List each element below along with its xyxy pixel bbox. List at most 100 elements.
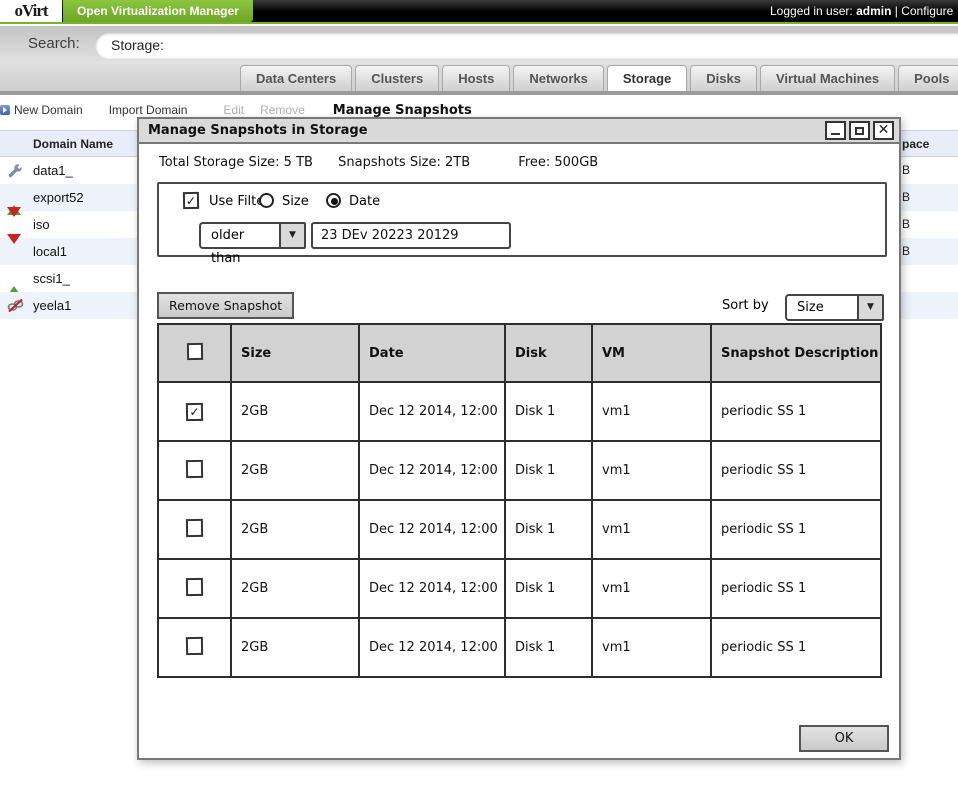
- filter-date-label: Date: [349, 194, 380, 209]
- snapshot-disk: Disk 1: [505, 382, 592, 441]
- tab-storage[interactable]: Storage: [607, 65, 687, 91]
- tab-pools[interactable]: Pools: [898, 65, 958, 91]
- row-checkbox[interactable]: ✓: [186, 402, 203, 420]
- domain-name-column-header[interactable]: Domain Name: [33, 137, 113, 151]
- domain-name: local1: [33, 244, 67, 259]
- snapshot-date: Dec 12 2014, 12:00: [359, 618, 505, 677]
- free-size: Free: 500GB: [518, 155, 598, 170]
- snapshots-table: Size Date Disk VM Snapshot Description ✓…: [157, 323, 882, 678]
- ovirt-logo: oVirt: [0, 0, 62, 22]
- select-all-checkbox[interactable]: [186, 342, 202, 359]
- search-input[interactable]: [111, 34, 931, 56]
- snapshot-vm: vm1: [592, 441, 711, 500]
- row-checkbox[interactable]: [186, 518, 203, 536]
- domain-name: export52: [33, 190, 84, 205]
- row-checkbox[interactable]: [186, 577, 203, 595]
- expand-arrow-icon[interactable]: [0, 105, 10, 115]
- down-triangle-icon: [7, 217, 23, 232]
- snapshot-disk: Disk 1: [505, 441, 592, 500]
- snapshot-disk: Disk 1: [505, 500, 592, 559]
- row-checkbox[interactable]: [186, 459, 203, 477]
- snapshot-description: periodic SS 1: [711, 441, 881, 500]
- maximize-button[interactable]: [849, 121, 870, 140]
- minimize-icon: [831, 133, 840, 135]
- toolbar-manage-snapshots[interactable]: Manage Snapshots: [333, 103, 472, 118]
- snapshot-disk: Disk 1: [505, 559, 592, 618]
- broken-link-icon: [7, 298, 23, 313]
- snapshot-description: periodic SS 1: [711, 618, 881, 677]
- toolbar-new-domain[interactable]: New Domain: [14, 103, 83, 117]
- snapshot-date: Dec 12 2014, 12:00: [359, 441, 505, 500]
- tab-virtual-machines[interactable]: Virtual Machines: [760, 65, 895, 91]
- snapshot-size: 2GB: [231, 618, 359, 677]
- snapshot-row: ✓ 2GB Dec 12 2014, 12:00 Disk 1 vm1 peri…: [158, 382, 881, 441]
- maximize-icon: [855, 127, 864, 135]
- tab-hosts[interactable]: Hosts: [442, 65, 510, 91]
- snapshot-row: 2GB Dec 12 2014, 12:00 Disk 1 vm1 period…: [158, 441, 881, 500]
- snapshot-description: periodic SS 1: [711, 500, 881, 559]
- dialog-title-bar[interactable]: Manage Snapshots in Storage ✕: [139, 119, 899, 144]
- tab-clusters[interactable]: Clusters: [355, 65, 439, 91]
- window-buttons: ✕: [825, 121, 894, 140]
- snapshot-vm: vm1: [592, 618, 711, 677]
- search-input-pill[interactable]: [95, 32, 958, 59]
- configure-link[interactable]: | Configure: [895, 4, 953, 18]
- dialog-title: Manage Snapshots in Storage: [148, 123, 368, 138]
- size-column-header: Size: [231, 324, 359, 382]
- sort-by-value: Size: [785, 294, 857, 321]
- remove-snapshot-button[interactable]: Remove Snapshot: [157, 292, 294, 319]
- tab-networks[interactable]: Networks: [513, 65, 604, 91]
- snapshot-vm: vm1: [592, 500, 711, 559]
- snapshots-size: Snapshots Size: 2TB: [338, 155, 514, 170]
- logged-in-username: admin: [856, 4, 891, 18]
- date-filter-input[interactable]: [311, 222, 511, 249]
- free-space-fragment: B: [902, 244, 910, 258]
- snapshot-date: Dec 12 2014, 12:00: [359, 500, 505, 559]
- storage-stats: Total Storage Size: 5 TB Snapshots Size:…: [159, 155, 598, 170]
- sort-by-dropdown[interactable]: Size ▼: [785, 294, 884, 321]
- snapshot-description: periodic SS 1: [711, 559, 881, 618]
- chevron-down-icon: ▼: [857, 294, 884, 321]
- minimize-button[interactable]: [825, 121, 846, 140]
- manage-snapshots-dialog: Manage Snapshots in Storage ✕ Total Stor…: [137, 117, 901, 760]
- sort-by-label: Sort by: [722, 298, 769, 313]
- main-tab-bar: Data Centers Clusters Hosts Networks Sto…: [0, 64, 958, 95]
- search-label: Search:: [28, 35, 80, 52]
- snapshot-size: 2GB: [231, 500, 359, 559]
- snapshot-row: 2GB Dec 12 2014, 12:00 Disk 1 vm1 period…: [158, 559, 881, 618]
- snapshot-size: 2GB: [231, 382, 359, 441]
- snapshot-vm: vm1: [592, 559, 711, 618]
- up-triangle-icon: [7, 271, 23, 286]
- filter-date-radio[interactable]: [326, 193, 341, 208]
- filter-size-radio[interactable]: [259, 193, 274, 208]
- toolbar-remove: Remove: [260, 103, 305, 117]
- disk-column-header: Disk: [505, 324, 592, 382]
- snapshot-disk: Disk 1: [505, 618, 592, 677]
- free-space-fragment: B: [902, 190, 910, 204]
- snapshot-row: 2GB Dec 12 2014, 12:00 Disk 1 vm1 period…: [158, 500, 881, 559]
- filter-size-label: Size: [282, 194, 309, 209]
- down-triangle-icon: [7, 244, 23, 259]
- logged-in-label: Logged in user:: [770, 4, 853, 18]
- check-icon: ✓: [186, 194, 196, 208]
- snapshot-vm: vm1: [592, 382, 711, 441]
- tab-disks[interactable]: Disks: [690, 65, 757, 91]
- use-filter-checkbox[interactable]: ✓: [183, 192, 199, 209]
- toolbar-import-domain[interactable]: Import Domain: [109, 103, 188, 117]
- filter-panel: ✓ Use Filter Size Date older than ▼: [157, 182, 887, 257]
- free-space-fragment: B: [902, 217, 910, 231]
- ok-button[interactable]: OK: [799, 725, 889, 752]
- row-checkbox[interactable]: [186, 636, 203, 654]
- chevron-down-icon: ▼: [279, 222, 306, 249]
- total-storage-size: Total Storage Size: 5 TB: [159, 155, 334, 170]
- top-bar: oVirt Open Virtualization Manager Logged…: [0, 0, 958, 24]
- logged-in-user: Logged in user: admin | Configure: [770, 0, 953, 22]
- free-space-column-header-fragment: pace: [902, 137, 929, 151]
- close-button[interactable]: ✕: [873, 121, 894, 140]
- free-space-fragment: B: [902, 163, 910, 177]
- date-column-header: Date: [359, 324, 505, 382]
- comparator-value: older than: [199, 222, 279, 249]
- comparator-dropdown[interactable]: older than ▼: [199, 222, 306, 249]
- wrench-icon: [7, 163, 23, 178]
- tab-data-centers[interactable]: Data Centers: [240, 65, 352, 91]
